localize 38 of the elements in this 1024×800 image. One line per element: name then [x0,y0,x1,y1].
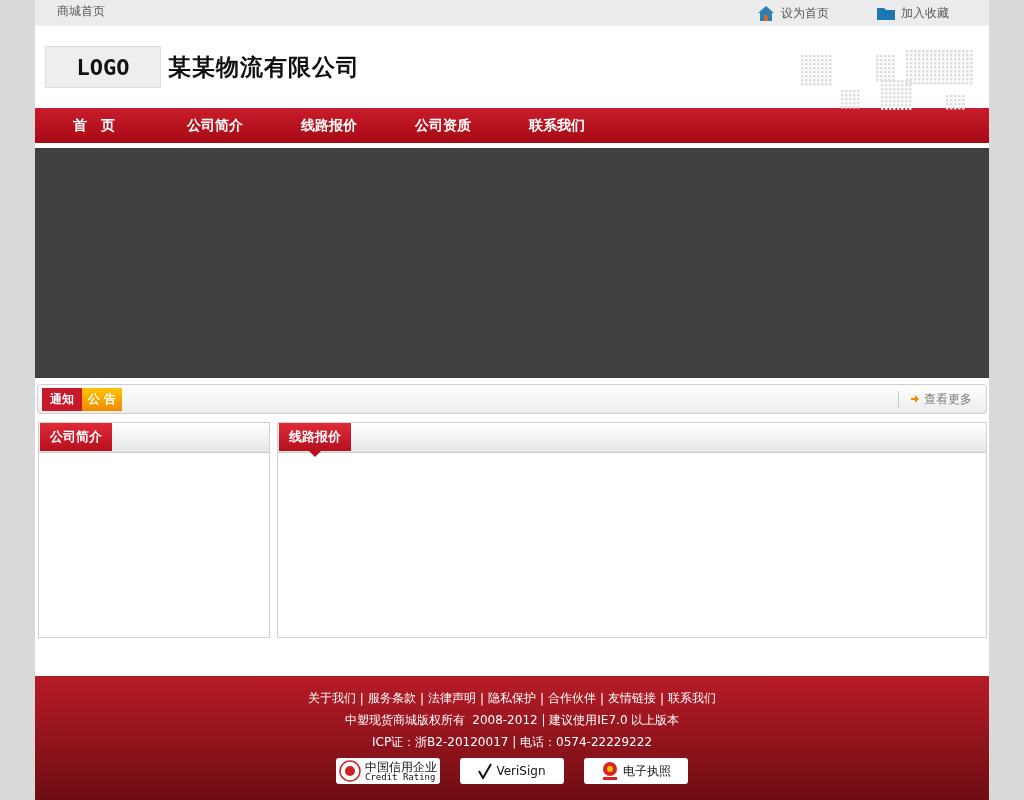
link-separator: | [359,691,364,706]
arrow-icon [911,395,919,403]
checkmark-icon [478,763,493,779]
link-separator: | [419,691,424,706]
seal-icon [339,760,361,782]
nav-link[interactable]: 首 页 [73,116,187,135]
emblem-icon [601,761,619,781]
nav-link[interactable]: 联系我们 [529,116,643,135]
link-separator: | [479,691,484,706]
link-separator: | [660,691,665,706]
footer-link[interactable]: 联系我们 [668,690,717,707]
nav-link[interactable]: 公司简介 [187,116,301,135]
folder-icon [877,6,895,20]
footer-link[interactable]: 友情链接 [608,690,657,707]
footer-link[interactable]: 合作伙伴 [548,690,597,707]
link-separator: | [540,691,545,706]
copyright-text: 中塑现货商城版权所有 2008-2012 | 建议使用IE7.0 以上版本 [344,711,680,729]
footer-link[interactable]: 服务条款 [367,690,416,707]
notice-tag: 通知 [42,387,82,411]
set-homepage-link[interactable]: 设为首页 [757,4,857,22]
mall-home-link[interactable]: 商城首页 [57,2,105,20]
icp-text: ICP证：浙B2-20120017 | 电话：0574-22229222 [371,733,653,751]
announcement-tag: 公 告 [82,387,123,411]
panel-title: 公司简介 [40,423,112,451]
view-more-link[interactable]: 查看更多 [898,390,986,408]
link-separator: | [600,691,605,706]
footer-link[interactable]: 隐私保护 [488,690,536,707]
nav-link[interactable]: 公司资质 [415,116,529,135]
footer-link[interactable]: 法律声明 [427,690,476,707]
logo: LOGO [45,46,161,88]
house-icon [757,5,775,21]
company-name: 某某物流有限公司 [168,52,360,82]
footer-link[interactable]: 关于我们 [307,690,356,707]
certification-badge[interactable]: 电子执照 [584,758,688,784]
nav-link[interactable]: 线路报价 [301,116,415,135]
certification-badge[interactable]: 中国信用企业 Credit Rating [336,758,440,784]
add-favorite-link[interactable]: 加入收藏 [877,4,977,22]
certification-badge[interactable]: VeriSign [460,758,564,784]
